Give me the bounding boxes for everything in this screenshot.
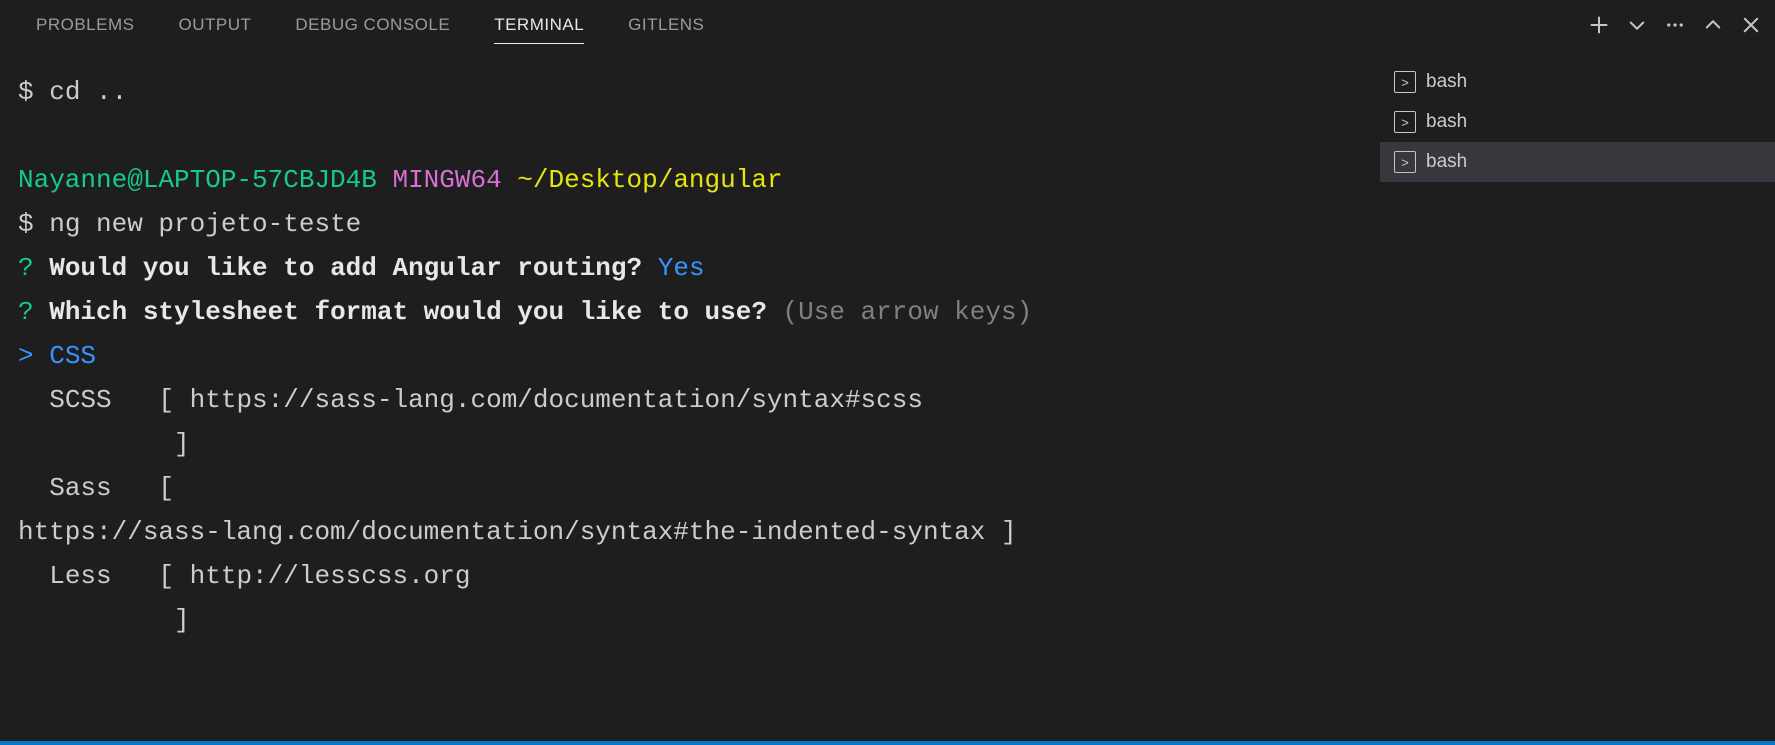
tab-debug-console[interactable]: DEBUG CONSOLE [273,0,472,50]
question-hint: (Use arrow keys) [783,297,1033,327]
new-terminal-icon[interactable] [1589,15,1609,35]
close-panel-icon[interactable] [1741,15,1761,35]
option-scss-cont: ] [18,429,190,459]
answer-routing: Yes [658,253,705,283]
question-stylesheet: Which stylesheet format would you like t… [49,297,767,327]
tab-gitlens[interactable]: GITLENS [606,0,726,50]
terminal-output[interactable]: $ cd .. Nayanne@LAPTOP-57CBJD4B MINGW64 … [0,50,1380,745]
more-actions-icon[interactable] [1665,15,1685,35]
prompt-symbol: $ [18,77,34,107]
status-bar [0,741,1775,745]
question-routing: Would you like to add Angular routing? [49,253,642,283]
selection-marker: > [18,341,34,371]
prompt-question-mark: ? [18,253,34,283]
shell-item-bash-0[interactable]: > bash [1380,62,1775,102]
terminal-shell-list: > bash > bash > bash [1380,50,1775,745]
prompt-shell: MINGW64 [392,165,501,195]
terminal-icon: > [1394,71,1416,93]
prompt-question-mark: ? [18,297,34,327]
shell-label: bash [1426,151,1467,173]
shell-label: bash [1426,111,1467,133]
shell-label: bash [1426,71,1467,93]
tab-terminal[interactable]: TERMINAL [472,0,606,50]
shell-item-bash-1[interactable]: > bash [1380,102,1775,142]
tab-problems[interactable]: PROBLEMS [14,0,156,50]
prompt-user-host: Nayanne@LAPTOP-57CBJD4B [18,165,377,195]
terminal-icon: > [1394,151,1416,173]
command-ng-new: ng new projeto-teste [49,209,361,239]
panel-actions [1589,15,1767,35]
prompt-cwd: ~/Desktop/angular [517,165,782,195]
option-less: Less [ http://lesscss.org [49,561,470,591]
option-sass-cont: https://sass-lang.com/documentation/synt… [18,517,1017,547]
terminal-icon: > [1394,111,1416,133]
option-less-cont: ] [18,605,190,635]
maximize-panel-icon[interactable] [1703,15,1723,35]
option-sass: Sass [ [49,473,174,503]
terminal-dropdown-icon[interactable] [1627,15,1647,35]
command-cd: cd .. [49,77,127,107]
option-scss: SCSS [ https://sass-lang.com/documentati… [49,385,923,415]
prompt-symbol: $ [18,209,34,239]
option-css: CSS [49,341,96,371]
tab-output[interactable]: OUTPUT [156,0,273,50]
panel-tabbar: PROBLEMS OUTPUT DEBUG CONSOLE TERMINAL G… [0,0,1775,50]
shell-item-bash-2[interactable]: > bash [1380,142,1775,182]
